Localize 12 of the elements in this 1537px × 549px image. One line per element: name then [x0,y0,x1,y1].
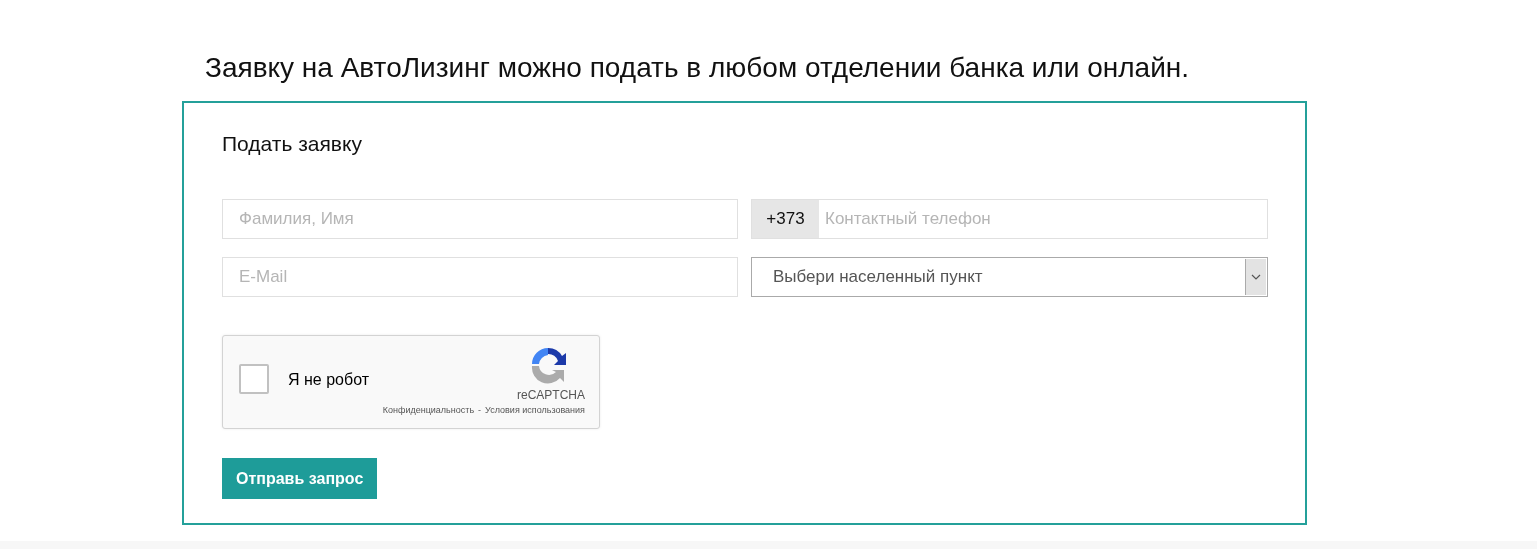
page-heading: Заявку на АвтоЛизинг можно подать в любом отделении банка или онлайн. [205,51,1190,85]
email-field[interactable]: E-Mail [222,257,738,297]
locality-dropdown[interactable]: Выбери населенный пункт [751,257,1268,297]
chevron-down-icon [1245,259,1266,295]
captcha-checkbox[interactable] [239,364,269,394]
captcha-label: Я не робот [288,371,369,389]
link-separator: - [478,405,482,415]
terms-link[interactable]: Условия использования [485,405,585,415]
name-field[interactable]: Фамилия, Имя [222,199,738,239]
privacy-link[interactable]: Конфиденциальность [382,405,475,415]
recaptcha-brand: reCAPTCHA [517,388,585,402]
form-title: Подать заявку [222,131,362,157]
